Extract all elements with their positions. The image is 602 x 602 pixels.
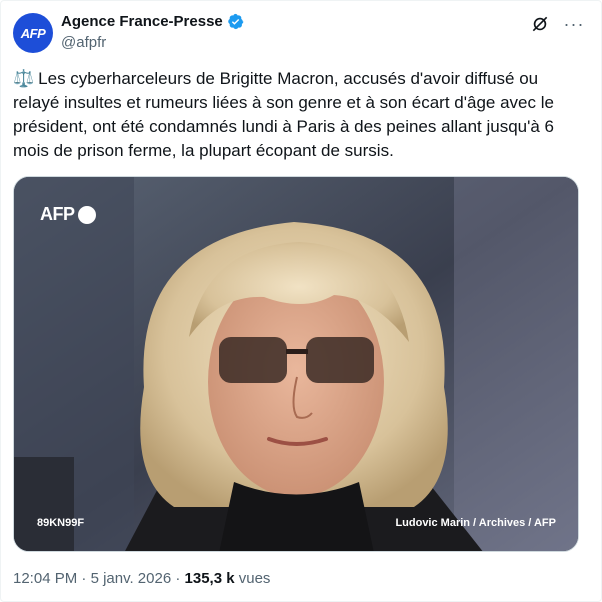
meta-separator-2: ·: [175, 570, 181, 587]
tweet-text: ⚖️ Les cyberharceleurs de Brigitte Macron…: [13, 67, 585, 163]
tweet-body: Les cyberharceleurs de Brigitte Macron, …: [13, 69, 554, 160]
views-label: vues: [238, 570, 271, 587]
afp-watermark-text: AFP: [40, 204, 75, 224]
afp-watermark: AFP: [40, 204, 96, 225]
grok-icon[interactable]: [529, 13, 551, 35]
afp-dot-icon: [77, 205, 96, 224]
photo-illustration: [14, 177, 578, 551]
more-options-icon[interactable]: ···: [561, 11, 587, 37]
tweet-photo[interactable]: AFP 89KN99F Ludovic Marin / Archives / A…: [13, 176, 579, 552]
views-count: 135,3 k: [184, 570, 235, 587]
scales-icon: ⚖️: [13, 69, 35, 88]
tweet-time[interactable]: 12:04 PM: [13, 570, 77, 587]
photo-id: 89KN99F: [37, 517, 85, 529]
avatar[interactable]: AFP: [13, 13, 53, 53]
tweet-card[interactable]: AFP Agence France-Presse @afpfr ··· ⚖️ Le…: [0, 0, 602, 602]
handle[interactable]: @afpfr: [61, 34, 106, 51]
verified-badge-icon: [227, 13, 244, 30]
tweet-meta: 12:04 PM · 5 janv. 2026 · 135,3 k vues: [13, 570, 270, 587]
photo-credit: Ludovic Marin / Archives / AFP: [395, 517, 556, 529]
author-name-row: Agence France-Presse: [61, 13, 244, 30]
display-name[interactable]: Agence France-Presse: [61, 13, 223, 30]
meta-separator: ·: [81, 570, 87, 587]
tweet-date[interactable]: 5 janv. 2026: [91, 570, 172, 587]
avatar-text: AFP: [20, 25, 46, 41]
